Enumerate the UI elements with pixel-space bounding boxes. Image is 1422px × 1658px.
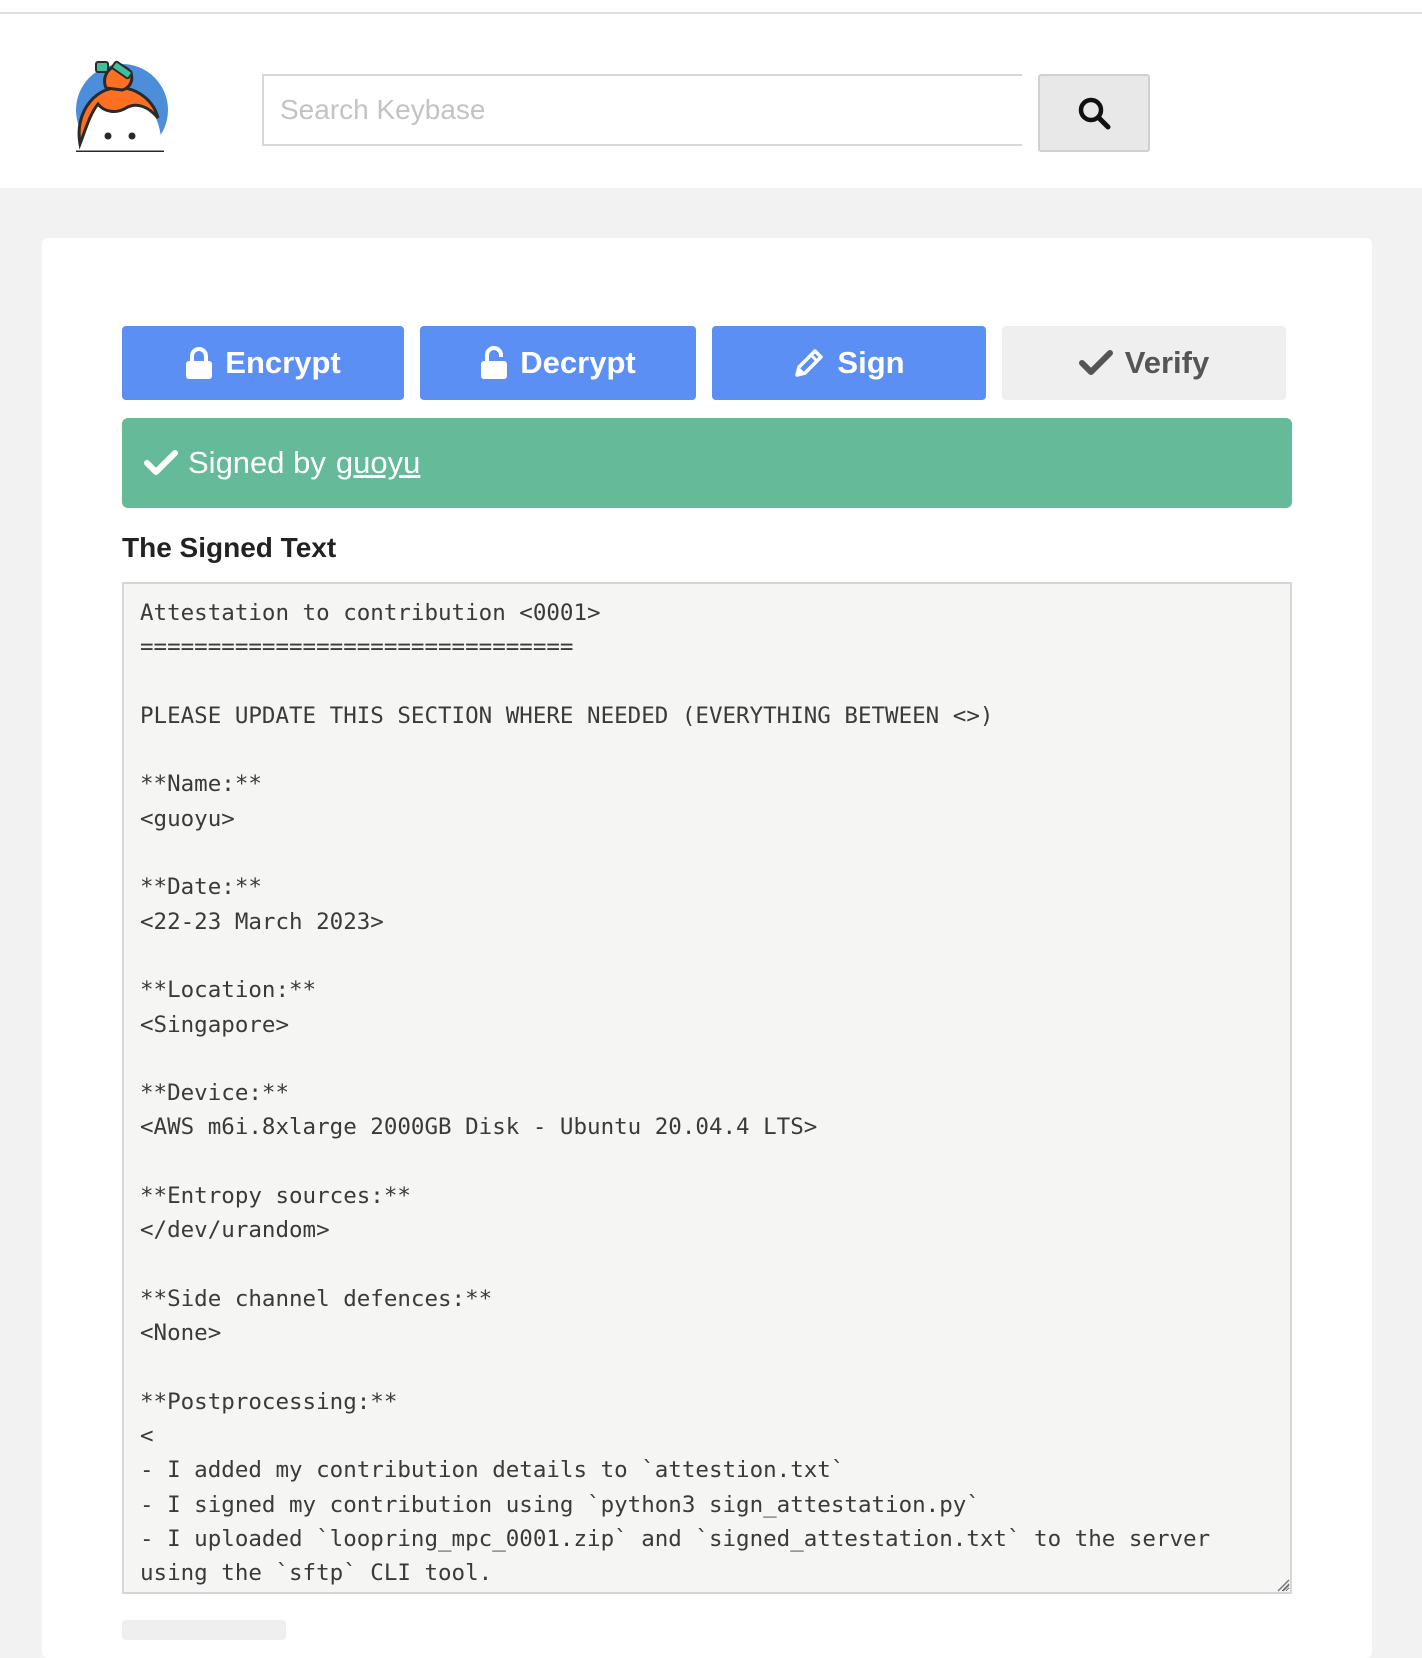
unlock-icon — [481, 346, 508, 379]
check-icon — [1078, 350, 1113, 375]
search-input[interactable] — [262, 74, 1022, 146]
partial-button[interactable] — [122, 1620, 286, 1640]
check-icon — [144, 450, 178, 475]
tab-verify-label: Verify — [1124, 345, 1210, 380]
signer-username-link[interactable]: guoyu — [336, 445, 420, 481]
tab-decrypt-label: Decrypt — [520, 345, 636, 380]
site-header — [0, 14, 1422, 188]
signed-text-area[interactable]: Attestation to contribution <0001> =====… — [122, 582, 1292, 1594]
pencil-icon — [795, 349, 824, 377]
tab-sign[interactable]: Sign — [712, 326, 986, 400]
tab-decrypt[interactable]: Decrypt — [420, 326, 696, 400]
lock-icon — [186, 347, 213, 379]
top-border — [0, 0, 1422, 14]
crypto-panel: Encrypt Decrypt Sign Verify Signed by gu… — [42, 238, 1372, 1658]
signature-status-banner: Signed by guoyu — [122, 418, 1292, 508]
search-icon — [1078, 97, 1111, 130]
signed-by-label: Signed by — [188, 445, 326, 480]
signed-text-heading: The Signed Text — [122, 532, 337, 563]
search-button[interactable] — [1038, 74, 1150, 152]
keybase-logo[interactable] — [70, 48, 170, 156]
tab-encrypt[interactable]: Encrypt — [122, 326, 404, 400]
keybase-logo-icon — [76, 60, 168, 156]
tab-encrypt-label: Encrypt — [225, 345, 341, 380]
resize-handle-icon[interactable] — [1276, 1578, 1290, 1592]
tab-verify[interactable]: Verify — [1002, 326, 1286, 400]
tab-sign-label: Sign — [837, 345, 905, 380]
